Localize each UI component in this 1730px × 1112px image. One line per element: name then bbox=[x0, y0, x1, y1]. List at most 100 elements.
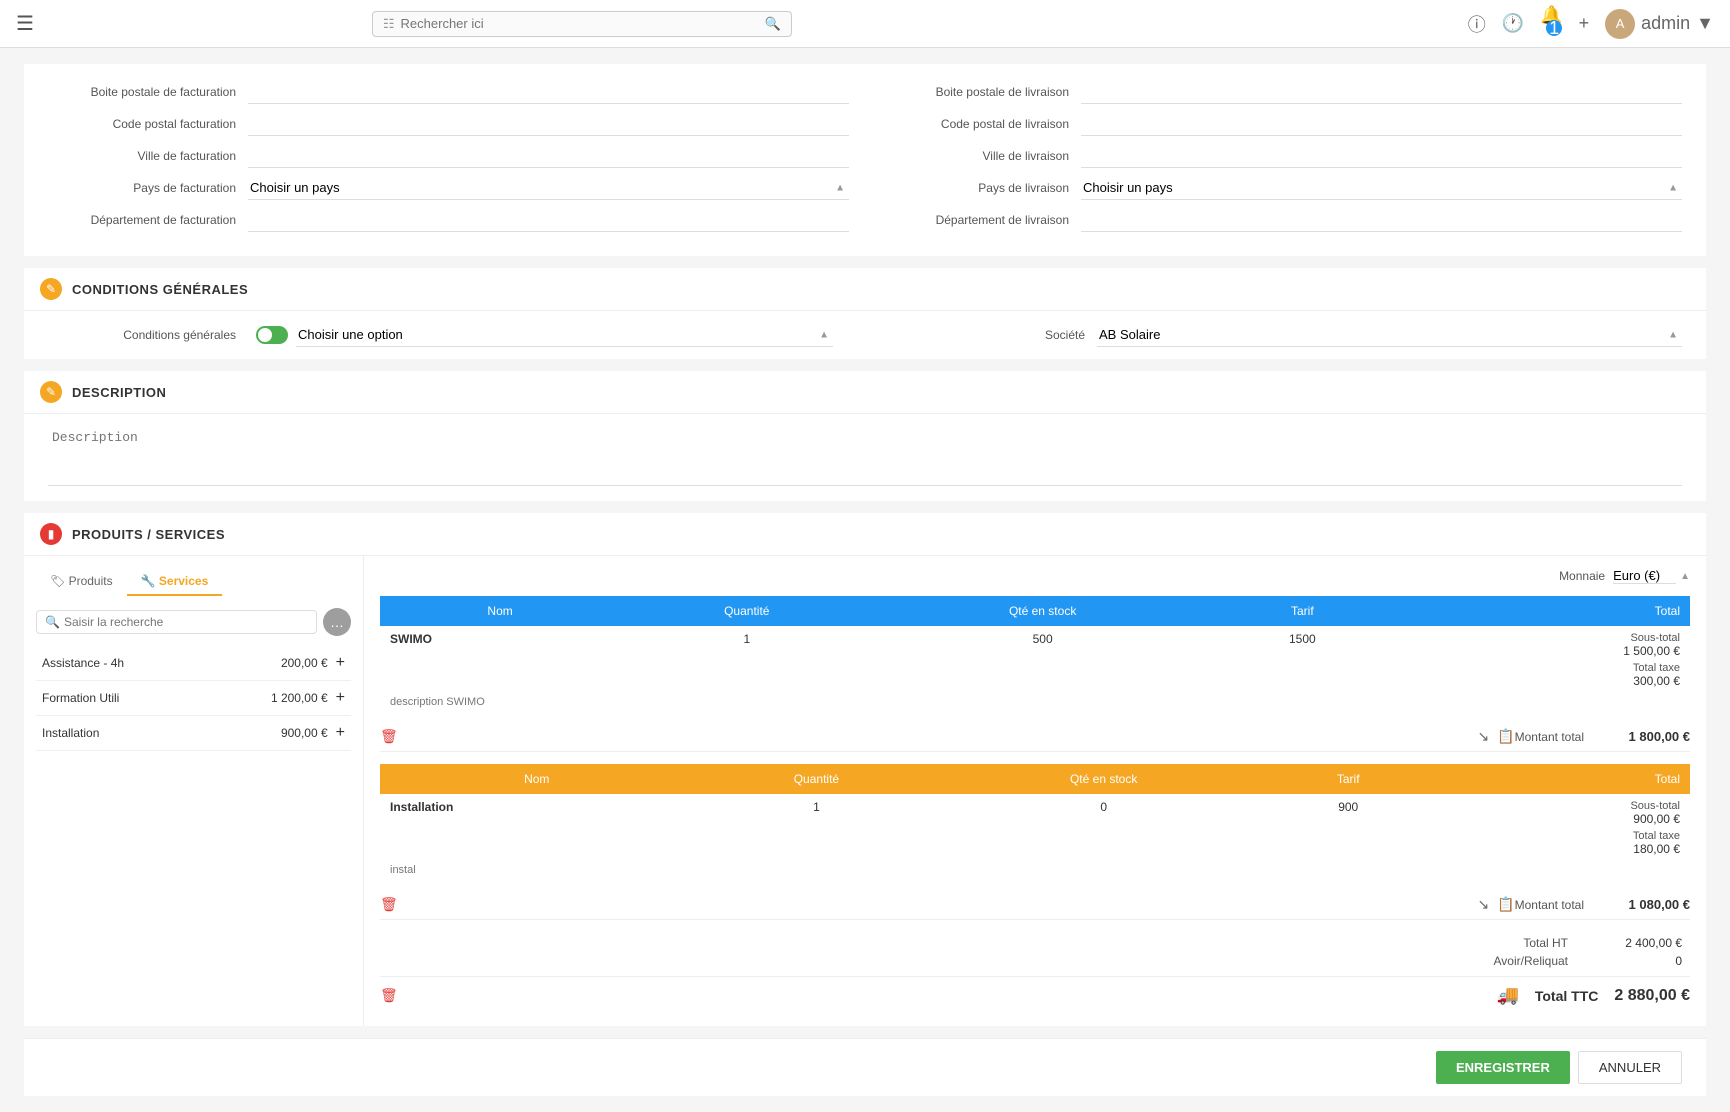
total-ht-row: Total HT 2 400,00 € bbox=[380, 936, 1690, 950]
blue-sous-total-label: Sous-total bbox=[1403, 632, 1680, 644]
pays-livraison-arrow: ▲ bbox=[1668, 183, 1678, 194]
ville-livraison-input[interactable] bbox=[1081, 144, 1682, 168]
history-icon[interactable]: 🕐 bbox=[1502, 13, 1524, 34]
departement-livraison-label: Département de livraison bbox=[881, 213, 1081, 227]
blue-col-stock: Qté en stock bbox=[873, 596, 1211, 626]
blue-product-table: Nom Quantité Qté en stock Tarif Total SW… bbox=[380, 596, 1690, 714]
code-postal-facturation-input[interactable] bbox=[248, 112, 849, 136]
departement-livraison-input[interactable] bbox=[1081, 208, 1682, 232]
orange-quantite-cell: 1 bbox=[693, 794, 939, 862]
search-row: 🔍 … bbox=[36, 608, 351, 636]
add-icon[interactable]: + bbox=[1579, 13, 1590, 34]
help-icon[interactable]: ⓘ bbox=[1468, 11, 1486, 37]
delivery-icon[interactable]: 🚚 bbox=[1496, 985, 1518, 1006]
blue-table-actions: 🗑 bbox=[380, 728, 398, 745]
boite-postale-livraison-input[interactable] bbox=[1081, 80, 1682, 104]
orange-delete-button[interactable]: 🗑 bbox=[380, 896, 398, 913]
blue-description-cell: description SWIMO bbox=[380, 694, 1393, 714]
blue-table-right-actions: ↘ 📋 bbox=[1477, 728, 1514, 745]
departement-facturation-input[interactable] bbox=[248, 208, 849, 232]
tabs: 🏷 Produits 🔧 Services bbox=[36, 568, 351, 596]
tab-produits[interactable]: 🏷 Produits bbox=[36, 568, 127, 596]
orange-col-nom: Nom bbox=[380, 764, 693, 794]
right-panel: Monnaie Euro (€) ▲ Nom Quantité bbox=[364, 556, 1706, 1026]
conditions-generales-label: Conditions générales bbox=[48, 328, 248, 342]
produits-icon: 🏷 bbox=[50, 574, 65, 588]
orange-col-total: Total bbox=[1428, 764, 1690, 794]
total-ttc-value: 2 880,00 € bbox=[1614, 987, 1690, 1005]
orange-copy-button[interactable]: 📋 bbox=[1497, 896, 1514, 913]
code-postal-livraison-label: Code postal de livraison bbox=[881, 117, 1081, 131]
blue-copy-button[interactable]: 📋 bbox=[1497, 728, 1514, 745]
add-service-0-button[interactable]: + bbox=[336, 654, 345, 672]
boite-postale-livraison-label: Boite postale de livraison bbox=[881, 85, 1081, 99]
societe-label: Société bbox=[897, 328, 1097, 342]
blue-table-footer: 🗑 ↘ 📋 Montant total 1 800,00 € bbox=[380, 722, 1690, 752]
menu-icon[interactable]: ☰ bbox=[16, 11, 34, 36]
orange-stock-cell: 0 bbox=[939, 794, 1268, 862]
final-delete-button[interactable]: 🗑 bbox=[380, 987, 398, 1004]
departement-facturation-label: Département de facturation bbox=[48, 213, 248, 227]
blue-quantite-cell: 1 bbox=[620, 626, 873, 694]
ville-facturation-input[interactable] bbox=[248, 144, 849, 168]
total-ht-label: Total HT bbox=[1428, 936, 1568, 950]
annuler-button[interactable]: ANNULER bbox=[1578, 1051, 1682, 1084]
blue-delete-button[interactable]: 🗑 bbox=[380, 728, 398, 745]
orange-col-tarif: Tarif bbox=[1268, 764, 1428, 794]
blue-total-taxe-value: 300,00 € bbox=[1403, 674, 1680, 688]
blue-tarif-cell: 1500 bbox=[1212, 626, 1393, 694]
notification-badge: 1 bbox=[1546, 20, 1562, 36]
orange-table-footer: 🗑 ↘ 📋 Montant total 1 080,00 € bbox=[380, 890, 1690, 920]
orange-sous-total-label: Sous-total bbox=[1438, 800, 1680, 812]
more-options-button[interactable]: … bbox=[323, 608, 351, 636]
notifications-icon[interactable]: 🔔 1 bbox=[1540, 5, 1562, 42]
pays-livraison-select[interactable]: Choisir un pays bbox=[1081, 176, 1682, 200]
conditions-toggle[interactable] bbox=[256, 326, 288, 344]
avoir-row: Avoir/Reliquat 0 bbox=[380, 954, 1690, 968]
blue-col-quantite: Quantité bbox=[620, 596, 873, 626]
user-menu[interactable]: A admin ▼ bbox=[1605, 9, 1714, 39]
search-input-wrap: 🔍 bbox=[36, 610, 317, 634]
description-textarea[interactable] bbox=[48, 426, 1682, 486]
final-row: 🗑 🚚 Total TTC 2 880,00 € bbox=[380, 976, 1690, 1014]
code-postal-livraison-input[interactable] bbox=[1081, 112, 1682, 136]
list-item[interactable]: Formation Utili 1 200,00 € + bbox=[36, 681, 351, 716]
blue-col-nom: Nom bbox=[380, 596, 620, 626]
service-search-input[interactable] bbox=[64, 615, 308, 629]
societe-arrow: ▲ bbox=[1668, 330, 1678, 341]
currency-arrow: ▲ bbox=[1680, 571, 1690, 582]
blue-col-tarif: Tarif bbox=[1212, 596, 1393, 626]
boite-postale-facturation-input[interactable] bbox=[248, 80, 849, 104]
conditions-option-arrow: ▲ bbox=[819, 330, 829, 341]
orange-montant-total: Montant total 1 080,00 € bbox=[1515, 897, 1690, 912]
pays-livraison-label: Pays de livraison bbox=[881, 181, 1081, 195]
products-section-title: Produits / Services bbox=[72, 527, 225, 542]
search-input[interactable] bbox=[401, 16, 765, 31]
pays-facturation-select[interactable]: Choisir un pays bbox=[248, 176, 849, 200]
code-postal-facturation-label: Code postal facturation bbox=[48, 117, 248, 131]
add-service-2-button[interactable]: + bbox=[336, 724, 345, 742]
list-item[interactable]: Assistance - 4h 200,00 € + bbox=[36, 646, 351, 681]
list-item[interactable]: Installation 900,00 € + bbox=[36, 716, 351, 751]
pays-facturation-arrow: ▲ bbox=[835, 183, 845, 194]
orange-down-icon[interactable]: ↘ bbox=[1477, 896, 1489, 913]
blue-down-icon[interactable]: ↘ bbox=[1477, 728, 1489, 745]
conditions-option-select[interactable]: Choisir une option bbox=[296, 323, 833, 347]
tab-services[interactable]: 🔧 Services bbox=[127, 568, 223, 596]
blue-montant-total: Montant total 1 800,00 € bbox=[1515, 729, 1690, 744]
blue-total-taxe-label: Total taxe bbox=[1403, 662, 1680, 674]
search-submit-icon[interactable]: 🔍 bbox=[765, 16, 781, 32]
orange-description-cell: instal bbox=[380, 862, 1428, 882]
conditions-section-icon: ✎ bbox=[40, 278, 62, 300]
enregistrer-button[interactable]: ENREGISTRER bbox=[1436, 1051, 1570, 1084]
currency-label: Monnaie bbox=[1559, 569, 1605, 583]
add-service-1-button[interactable]: + bbox=[336, 689, 345, 707]
conditions-section-title: Conditions Générales bbox=[72, 282, 248, 297]
ville-livraison-label: Ville de livraison bbox=[881, 149, 1081, 163]
products-section-icon: ▮ bbox=[40, 523, 62, 545]
total-ttc-label: Total TTC bbox=[1535, 988, 1599, 1004]
societe-select[interactable]: AB Solaire bbox=[1097, 323, 1682, 347]
left-panel: 🏷 Produits 🔧 Services 🔍 … bbox=[24, 556, 364, 1026]
orange-tarif-cell: 900 bbox=[1268, 794, 1428, 862]
currency-select[interactable]: Euro (€) bbox=[1613, 568, 1676, 584]
